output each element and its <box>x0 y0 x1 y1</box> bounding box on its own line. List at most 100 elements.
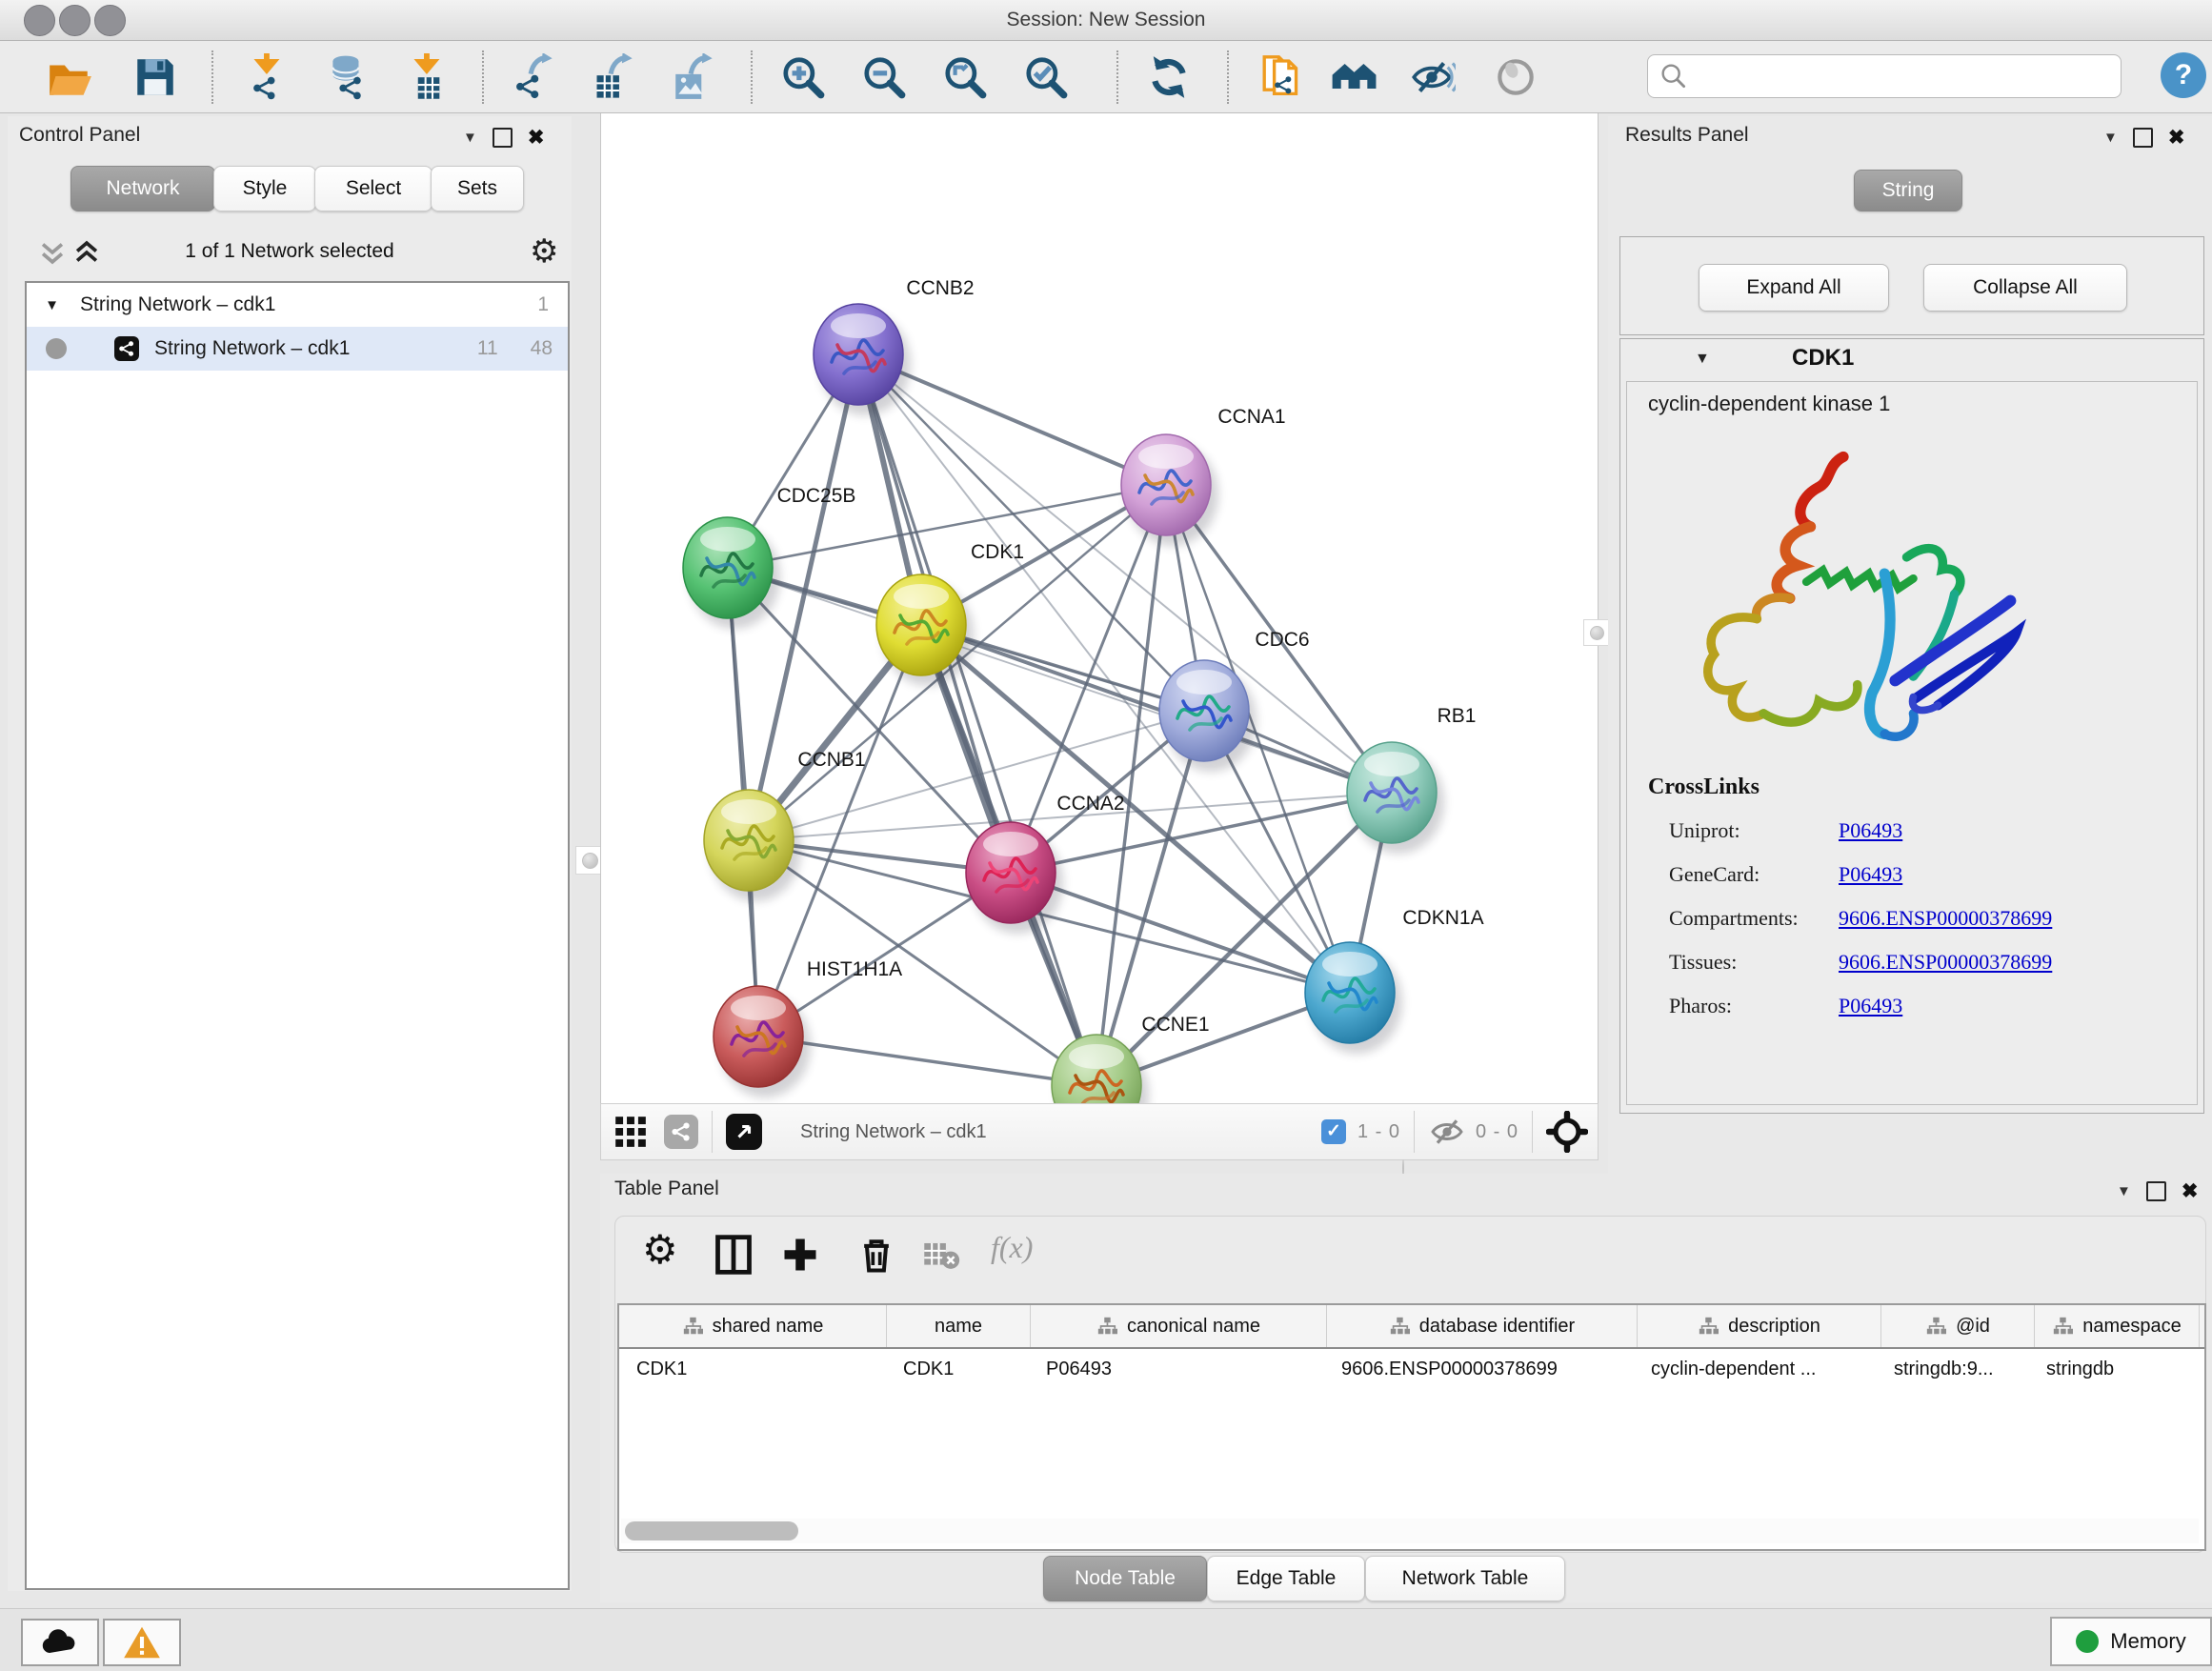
crosslink-link[interactable]: 9606.ENSP00000378699 <box>1839 950 2052 975</box>
column-header--id[interactable]: @id <box>1881 1305 2035 1347</box>
tab-network-table[interactable]: Network Table <box>1365 1556 1565 1601</box>
export-table-icon[interactable] <box>591 53 638 101</box>
refresh-icon[interactable] <box>1145 53 1193 101</box>
network-row[interactable]: String Network – cdk1 11 48 <box>27 327 568 371</box>
crosslink-link[interactable]: 9606.ENSP00000378699 <box>1839 906 2052 931</box>
column-header-name[interactable]: name <box>887 1305 1031 1347</box>
results-panel-close-icon[interactable]: ✖ <box>2168 126 2185 150</box>
search-input[interactable] <box>1694 65 2107 88</box>
collapse-all-button[interactable]: Collapse All <box>1923 264 2127 312</box>
zoom-fit-icon[interactable] <box>941 53 989 101</box>
birds-eye-view-icon[interactable] <box>726 1114 762 1150</box>
scrollbar-thumb[interactable] <box>625 1521 798 1540</box>
warnings-button[interactable] <box>103 1619 181 1666</box>
node-CDK1[interactable]: CDK1 <box>876 541 1024 686</box>
network-collection-row[interactable]: ▼ String Network – cdk1 1 <box>27 283 568 327</box>
crosslink-label: Uniprot: <box>1669 818 1839 843</box>
delete-column-icon[interactable] <box>855 1234 897 1276</box>
collection-label: String Network – cdk1 <box>80 293 537 316</box>
right-splitter-handle[interactable] <box>1583 619 1610 646</box>
node-RB1[interactable]: RB1 <box>1347 705 1476 854</box>
crosslink-link[interactable]: P06493 <box>1839 994 1902 1018</box>
open-session-icon[interactable] <box>46 53 93 101</box>
tab-style[interactable]: Style <box>213 166 316 211</box>
network-view-toolbar: String Network – cdk1 ✓ 1 - 0 0 - 0 <box>600 1103 1599 1160</box>
column-header-canonical-name[interactable]: canonical name <box>1031 1305 1327 1347</box>
zoom-selected-icon[interactable] <box>1022 53 1070 101</box>
tab-network[interactable]: Network <box>70 166 215 211</box>
zoom-in-icon[interactable] <box>779 53 827 101</box>
function-builder-icon[interactable]: f(x) <box>991 1230 1033 1265</box>
main-toolbar: ? <box>0 41 2212 113</box>
column-header-description[interactable]: description <box>1638 1305 1881 1347</box>
crosslink-link[interactable]: P06493 <box>1839 818 1902 843</box>
save-session-icon[interactable] <box>131 53 179 101</box>
memory-label: Memory <box>2110 1629 2185 1654</box>
grid-mode-icon[interactable] <box>613 1114 649 1150</box>
export-network-icon[interactable] <box>511 53 558 101</box>
add-column-icon[interactable] <box>779 1234 821 1276</box>
control-panel-float-icon[interactable] <box>493 128 513 148</box>
table-header-row: shared namenamecanonical namedatabase id… <box>619 1305 2204 1349</box>
hide-unhide-icon[interactable] <box>1408 53 1456 101</box>
crosslinks-heading: CrossLinks <box>1648 775 1760 800</box>
column-header-shared-name[interactable]: shared name <box>619 1305 887 1347</box>
control-panel-close-icon[interactable]: ✖ <box>528 126 545 150</box>
search-box[interactable] <box>1647 54 2122 98</box>
export-image-icon[interactable] <box>671 53 718 101</box>
string-app-icon[interactable] <box>1256 53 1303 101</box>
table-panel-collapse-icon[interactable]: ▼ <box>2117 1183 2131 1199</box>
cloud-button[interactable] <box>21 1619 99 1666</box>
node-CDC25B[interactable]: CDC25B <box>683 485 855 629</box>
node-CCNA1[interactable]: CCNA1 <box>1121 406 1286 546</box>
results-panel-float-icon[interactable] <box>2133 128 2153 148</box>
network-options-gear-icon[interactable]: ⚙ <box>530 232 558 271</box>
control-panel-collapse-icon[interactable]: ▼ <box>463 130 477 146</box>
cell: P06493 <box>1029 1349 1324 1389</box>
node-CDC6[interactable]: CDC6 <box>1159 629 1310 772</box>
tab-sets[interactable]: Sets <box>431 166 524 211</box>
hierarchy-icon <box>1096 1316 1117 1337</box>
column-header-namespace[interactable]: namespace <box>2035 1305 2200 1347</box>
eye-icon[interactable] <box>1492 53 1539 101</box>
table-gear-icon[interactable]: ⚙ <box>642 1226 678 1273</box>
node-label-CCNA2: CCNA2 <box>1056 793 1124 815</box>
status-bar: Memory <box>0 1608 2212 1671</box>
table-horizontal-scrollbar[interactable] <box>621 1519 2199 1543</box>
pan-crosshair-icon[interactable] <box>1546 1111 1588 1153</box>
import-network-icon[interactable] <box>244 53 292 101</box>
gene-expander-icon[interactable]: ▼ <box>1695 351 1710 368</box>
delete-table-icon[interactable] <box>922 1234 960 1276</box>
collection-count: 1 <box>537 293 549 316</box>
cell: CDK1 <box>619 1349 886 1389</box>
table-panel-close-icon[interactable]: ✖ <box>2182 1179 2199 1203</box>
table-row[interactable]: CDK1CDK1P064939606.ENSP00000378699cyclin… <box>619 1349 2204 1389</box>
network-canvas[interactable]: CCNB2CCNA1CDC25BCDK1CDC6RB1CCNB1CCNA2CDK… <box>600 113 1599 1103</box>
hidden-eye-icon[interactable] <box>1428 1113 1466 1151</box>
homes-icon[interactable] <box>1330 53 1377 101</box>
zoom-out-icon[interactable] <box>860 53 908 101</box>
crosslink-row: Tissues:9606.ENSP00000378699 <box>1669 940 2183 984</box>
import-table-icon[interactable] <box>404 53 452 101</box>
memory-button[interactable]: Memory <box>2050 1617 2212 1666</box>
table-panel-float-icon[interactable] <box>2146 1181 2166 1201</box>
node-label-CDK1: CDK1 <box>971 541 1024 563</box>
expand-all-button[interactable]: Expand All <box>1699 264 1889 312</box>
results-panel-collapse-icon[interactable]: ▼ <box>2103 130 2118 146</box>
tab-edge-table[interactable]: Edge Table <box>1207 1556 1365 1601</box>
tab-select[interactable]: Select <box>314 166 432 211</box>
column-header-database-identifier[interactable]: database identifier <box>1327 1305 1638 1347</box>
import-network-from-database-icon[interactable] <box>324 53 372 101</box>
tab-node-table[interactable]: Node Table <box>1043 1556 1207 1601</box>
crosslink-label: Tissues: <box>1669 950 1839 975</box>
tab-string[interactable]: String <box>1854 170 1962 211</box>
current-network-dot-icon <box>46 338 67 359</box>
show-columns-icon[interactable] <box>713 1234 754 1276</box>
crosslink-link[interactable]: P06493 <box>1839 862 1902 887</box>
node-CDKN1A[interactable]: CDKN1A <box>1305 907 1484 1054</box>
expander-icon[interactable]: ▼ <box>27 297 59 313</box>
view-network-icon[interactable] <box>664 1115 698 1149</box>
selected-checkbox-icon[interactable]: ✓ <box>1321 1119 1346 1144</box>
help-button[interactable]: ? <box>2161 52 2206 98</box>
node-HIST1H1A[interactable]: HIST1H1A <box>714 958 902 1097</box>
